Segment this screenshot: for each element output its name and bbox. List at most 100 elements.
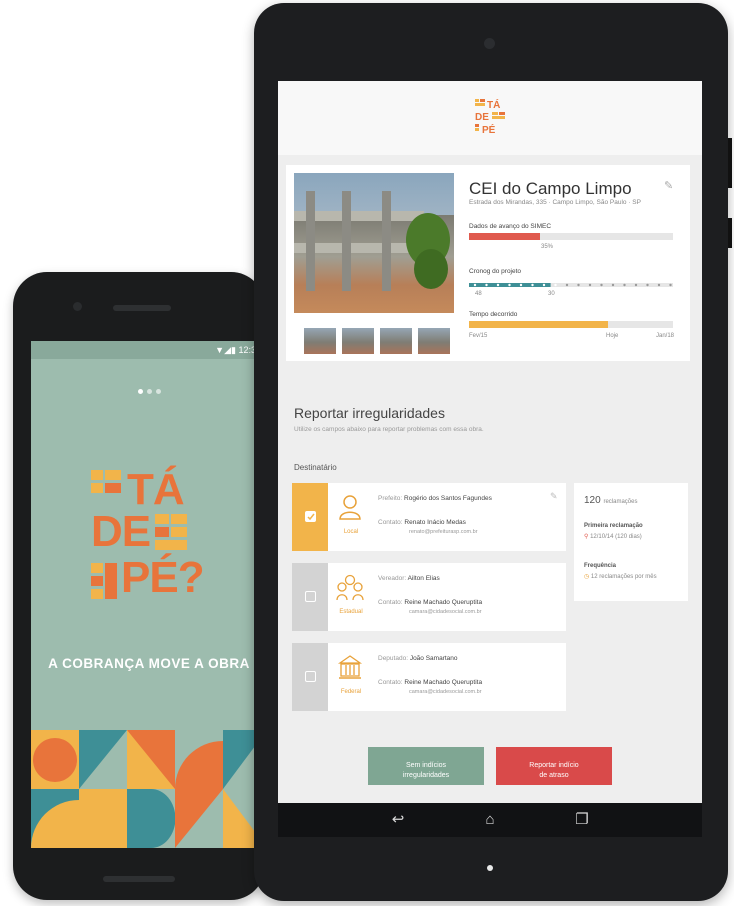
power-button	[728, 218, 732, 248]
recipient-checkbox[interactable]	[292, 643, 328, 711]
time-progress-fill	[469, 321, 608, 328]
app-header: TÁ DE PÉ	[278, 81, 702, 155]
geometric-pattern	[31, 730, 267, 848]
schedule-dots	[469, 283, 673, 287]
checkbox-empty[interactable]	[305, 671, 316, 682]
photo-thumbnails	[304, 328, 454, 354]
schedule-milestone-dot	[473, 283, 477, 287]
project-photo[interactable]	[294, 173, 454, 313]
schedule-milestone-dot	[565, 283, 569, 287]
group-icon	[336, 574, 364, 601]
tablet-home-indicator	[487, 865, 493, 871]
logo-line3: PÉ?	[121, 553, 205, 602]
schedule-start: 48	[475, 291, 482, 297]
schedule-milestone-dot	[634, 283, 638, 287]
recipients-label: Destinatário	[294, 463, 337, 472]
recipient-card-local[interactable]: Local Prefeito: Rogério dos Santos Fagun…	[292, 483, 566, 551]
schedule-milestone-dot	[657, 283, 661, 287]
header-logo-line3: PÉ	[482, 123, 496, 135]
recipient-role-line: Prefeito: Rogério dos Santos Fagundes	[378, 495, 492, 502]
recipient-card-federal[interactable]: Federal Deputado: João Samartano Contato…	[292, 643, 566, 711]
header-logo-line2: DE	[475, 112, 489, 123]
page-dot-active[interactable]	[137, 389, 143, 394]
schedule-milestone-dot	[508, 283, 511, 287]
frequency-value: ◷ 12 reclamações por mês	[584, 574, 657, 580]
thumbnail[interactable]	[304, 328, 336, 354]
schedule-milestone-dot	[542, 283, 546, 287]
page-indicator[interactable]	[31, 381, 267, 399]
phone-device: ▼◢▮ 12:30 TÁ DE PÉ? A COBRANÇA MOVE A OB…	[13, 272, 267, 900]
recipient-checkbox[interactable]	[292, 563, 328, 631]
schedule-milestone-dot	[519, 283, 523, 287]
recipient-card-estadual[interactable]: Estadual Vereador: Ailton Elias Contato:…	[292, 563, 566, 631]
thumbnail[interactable]	[342, 328, 374, 354]
recipient-checkbox[interactable]	[292, 483, 328, 551]
schedule-milestone-dot	[588, 283, 592, 287]
schedule-milestone-dot	[554, 283, 557, 287]
recipient-role-line: Vereador: Ailton Elias	[378, 575, 440, 582]
recipient-level: Estadual	[339, 609, 363, 615]
schedule-milestone-dot	[485, 283, 488, 287]
page-dot[interactable]	[155, 389, 161, 394]
report-delay-button[interactable]: Reportar indício de atraso	[496, 747, 612, 785]
tablet-device: TÁ DE PÉ CEI do Campo Limpo Estrada dos …	[254, 3, 732, 901]
recipient-contact-line: Contato: Reine Machado Queruptita	[378, 599, 483, 606]
check-icon[interactable]	[305, 511, 316, 522]
time-start: Fev/15	[469, 333, 488, 339]
home-icon[interactable]: ⌂	[478, 809, 502, 831]
schedule-milestone-dot	[577, 283, 580, 287]
header-logo-line1: TÁ	[487, 99, 500, 111]
complaints-stats-card: 120 reclamações Primeira reclamação ⚲ 12…	[574, 483, 688, 601]
report-subtitle: Utilize os campos abaixo para reportar p…	[294, 426, 484, 433]
schedule-bar	[469, 282, 673, 288]
thumbnail[interactable]	[418, 328, 450, 354]
building-icon	[337, 655, 363, 679]
recipient-email: renato@prefeiturasp.com.br	[409, 529, 478, 535]
tablet-screen: TÁ DE PÉ CEI do Campo Limpo Estrada dos …	[278, 81, 702, 803]
recipient-email: camara@cidadesocial.com.br	[409, 609, 482, 615]
back-icon[interactable]: ↩	[386, 809, 410, 831]
time-end: Jan/18	[656, 333, 675, 339]
android-nav-bar: ↩ ⌂ ❐	[278, 803, 702, 837]
phone-camera	[73, 302, 82, 311]
simec-progress-fill	[469, 233, 541, 240]
phone-bottom-speaker	[103, 876, 175, 882]
complaints-count: 120 reclamações	[584, 495, 638, 506]
schedule-mid: 30	[548, 291, 555, 297]
clock-icon: ◷	[584, 574, 590, 580]
time-label: Tempo decorrido	[469, 311, 518, 318]
recents-icon[interactable]: ❐	[570, 809, 594, 831]
logo-line1: TÁ	[127, 465, 185, 514]
schedule-milestone-dot	[646, 283, 649, 287]
checkbox-empty[interactable]	[305, 591, 316, 602]
schedule-milestone-dot	[669, 283, 672, 287]
simec-label: Dados de avanço do SIMEC	[469, 223, 552, 230]
schedule-milestone-dot	[600, 283, 603, 287]
project-title: CEI do Campo Limpo	[469, 179, 632, 198]
page-dot[interactable]	[146, 389, 152, 394]
pencil-icon[interactable]: ✎	[550, 491, 558, 502]
recipient-level: Federal	[340, 689, 362, 695]
schedule-milestone-dot	[531, 283, 534, 287]
recipient-email: camara@cidadesocial.com.br	[409, 689, 482, 695]
time-progress-bar	[469, 321, 673, 328]
no-irregularities-button[interactable]: Sem indícios irregularidades	[368, 747, 484, 785]
first-complaint-label: Primeira reclamação	[584, 523, 643, 529]
tagline: A COBRANÇA MOVE A OBRA	[48, 656, 250, 671]
recipient-level: Local	[343, 529, 359, 535]
project-card: CEI do Campo Limpo Estrada dos Mirandas,…	[286, 165, 690, 361]
volume-button	[728, 138, 732, 188]
schedule-milestone-dot	[611, 283, 615, 287]
thumbnail[interactable]	[380, 328, 412, 354]
simec-value: 35%	[541, 244, 554, 250]
ta-de-pe-logo: TÁ DE PÉ?	[91, 466, 241, 616]
header-logo: TÁ DE PÉ	[475, 99, 505, 135]
pencil-icon[interactable]: ✎	[664, 179, 676, 192]
logo-line2: DE	[91, 507, 151, 556]
schedule-milestone-dot	[496, 283, 500, 287]
recipient-contact-line: Contato: Renato Inácio Medas	[378, 519, 466, 526]
project-address: Estrada dos Mirandas, 335 · Campo Limpo,…	[469, 199, 641, 206]
first-complaint-value: ⚲ 12/10/14 (120 dias)	[584, 534, 642, 540]
recipient-contact-line: Contato: Reine Machado Queruptita	[378, 679, 483, 686]
phone-speaker	[113, 305, 171, 311]
